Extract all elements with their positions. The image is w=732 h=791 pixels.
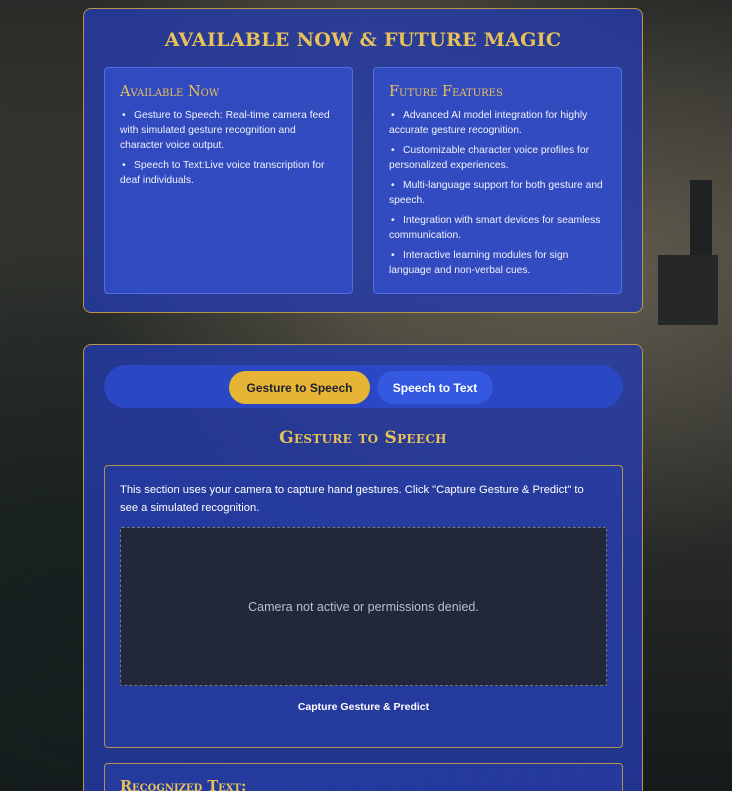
list-item: • Speech to Text:Live voice transcription…: [120, 158, 338, 188]
gesture-description: This section uses your camera to capture…: [120, 484, 584, 514]
future-features-card: Future Features • Advanced AI model integ…: [373, 67, 622, 294]
bullet-icon: •: [391, 145, 395, 156]
available-now-card: Available Now • Gesture to Speech: Real-t…: [104, 67, 353, 294]
list-item: • Advanced AI model integration for highl…: [389, 108, 607, 138]
camera-feed: Camera not active or permissions denied.: [120, 527, 607, 686]
gesture-capture-box: This section uses your camera to capture…: [104, 465, 623, 748]
available-now-list: • Gesture to Speech: Real-time camera fee…: [120, 108, 338, 188]
bullet-icon: •: [391, 110, 395, 121]
list-item: • Interactive learning modules for sign l…: [389, 248, 607, 278]
capture-gesture-button[interactable]: Capture Gesture & Predict: [105, 701, 622, 713]
tab-gesture-to-speech[interactable]: Gesture to Speech: [229, 371, 370, 404]
list-item-text: Multi-language support for both gesture …: [389, 180, 603, 206]
translator-panel: Gesture to Speech Speech to Text Gesture…: [83, 344, 643, 791]
mode-tab-bar: Gesture to Speech Speech to Text: [104, 365, 623, 408]
future-features-list: • Advanced AI model integration for highl…: [389, 108, 607, 278]
list-item-text: Customizable character voice profiles fo…: [389, 145, 589, 171]
recognized-text-box: Recognized Text:: [104, 763, 623, 791]
bullet-icon: •: [122, 110, 126, 121]
future-features-heading: Future Features: [389, 84, 503, 100]
list-item: • Gesture to Speech: Real-time camera fee…: [120, 108, 338, 153]
gesture-section-title: Gesture to Speech: [279, 428, 447, 448]
bullet-icon: •: [391, 215, 395, 226]
list-item-text: Advanced AI model integration for highly…: [389, 110, 588, 136]
bullet-icon: •: [122, 160, 126, 171]
list-item-text: Speech to Text:Live voice transcription …: [120, 160, 325, 186]
features-title: AVAILABLE NOW & FUTURE MAGIC: [164, 29, 562, 51]
list-item-text: Gesture to Speech: Real-time camera feed…: [120, 110, 330, 151]
list-item: • Multi-language support for both gesture…: [389, 178, 607, 208]
bullet-icon: •: [391, 180, 395, 191]
list-item-text: Integration with smart devices for seaml…: [389, 215, 601, 241]
available-now-heading: Available Now: [120, 84, 220, 100]
list-item: • Customizable character voice profiles f…: [389, 143, 607, 173]
features-panel: AVAILABLE NOW & FUTURE MAGIC Available N…: [83, 8, 643, 313]
camera-status-text: Camera not active or permissions denied.: [248, 599, 479, 614]
recognized-text-heading: Recognized Text:: [120, 778, 247, 791]
list-item-text: Interactive learning modules for sign la…: [389, 250, 569, 276]
list-item: • Integration with smart devices for seam…: [389, 213, 607, 243]
bullet-icon: •: [391, 250, 395, 261]
castle-tower: [658, 255, 718, 325]
tab-speech-to-text[interactable]: Speech to Text: [377, 371, 493, 404]
